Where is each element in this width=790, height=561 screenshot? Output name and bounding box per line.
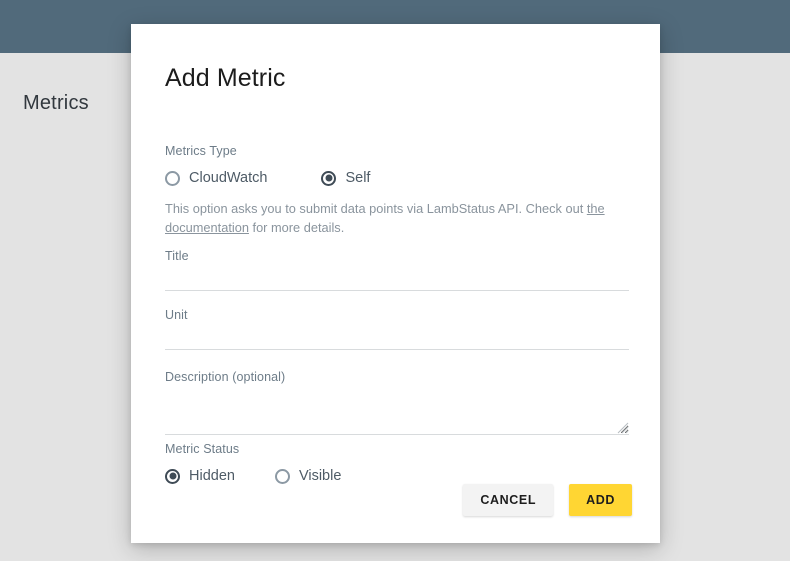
radio-option-hidden[interactable]: Hidden — [165, 468, 235, 484]
unit-field-label: Unit — [165, 308, 188, 322]
metrics-type-group: Metrics Type CloudWatch Self — [165, 144, 630, 186]
cancel-button[interactable]: CANCEL — [463, 484, 554, 516]
radio-checked-icon — [321, 170, 337, 186]
add-button[interactable]: ADD — [569, 484, 632, 516]
radio-option-visible[interactable]: Visible — [274, 468, 342, 484]
title-field-group: Title — [165, 249, 629, 291]
radio-option-self[interactable]: Self — [321, 170, 370, 186]
metric-status-radio-row: Hidden Visible — [165, 468, 565, 484]
radio-label-hidden: Hidden — [189, 468, 235, 484]
dialog-action-bar: CANCEL ADD — [463, 484, 632, 516]
description-field-group: Description (optional) — [165, 368, 629, 435]
radio-label-self: Self — [345, 170, 371, 186]
help-text-before-link: This option asks you to submit data poin… — [165, 201, 587, 216]
metric-status-group: Metric Status Hidden Visible — [165, 442, 565, 484]
title-input[interactable] — [165, 263, 629, 291]
radio-option-cloudwatch[interactable]: CloudWatch — [165, 170, 267, 186]
radio-unchecked-icon — [165, 170, 180, 186]
dialog-title: Add Metric — [165, 64, 286, 92]
unit-input[interactable] — [165, 322, 629, 350]
radio-unchecked-icon — [274, 468, 290, 484]
radio-label-cloudwatch: CloudWatch — [189, 170, 268, 186]
metrics-type-label: Metrics Type — [165, 144, 237, 158]
metric-status-label: Metric Status — [165, 442, 240, 456]
metrics-type-radio-row: CloudWatch Self — [165, 170, 630, 186]
title-field-label: Title — [165, 249, 189, 263]
description-field-label: Description (optional) — [165, 370, 286, 384]
help-text-after-link: for more details. — [248, 220, 345, 235]
radio-label-visible: Visible — [298, 468, 342, 484]
metrics-type-help-text: This option asks you to submit data poin… — [165, 199, 633, 237]
add-metric-dialog: Add Metric Metrics Type CloudWatch Self … — [131, 24, 660, 543]
unit-field-group: Unit — [165, 308, 629, 350]
radio-checked-icon — [165, 468, 180, 484]
description-input[interactable] — [165, 389, 629, 435]
modal-overlay: Add Metric Metrics Type CloudWatch Self … — [0, 0, 790, 561]
